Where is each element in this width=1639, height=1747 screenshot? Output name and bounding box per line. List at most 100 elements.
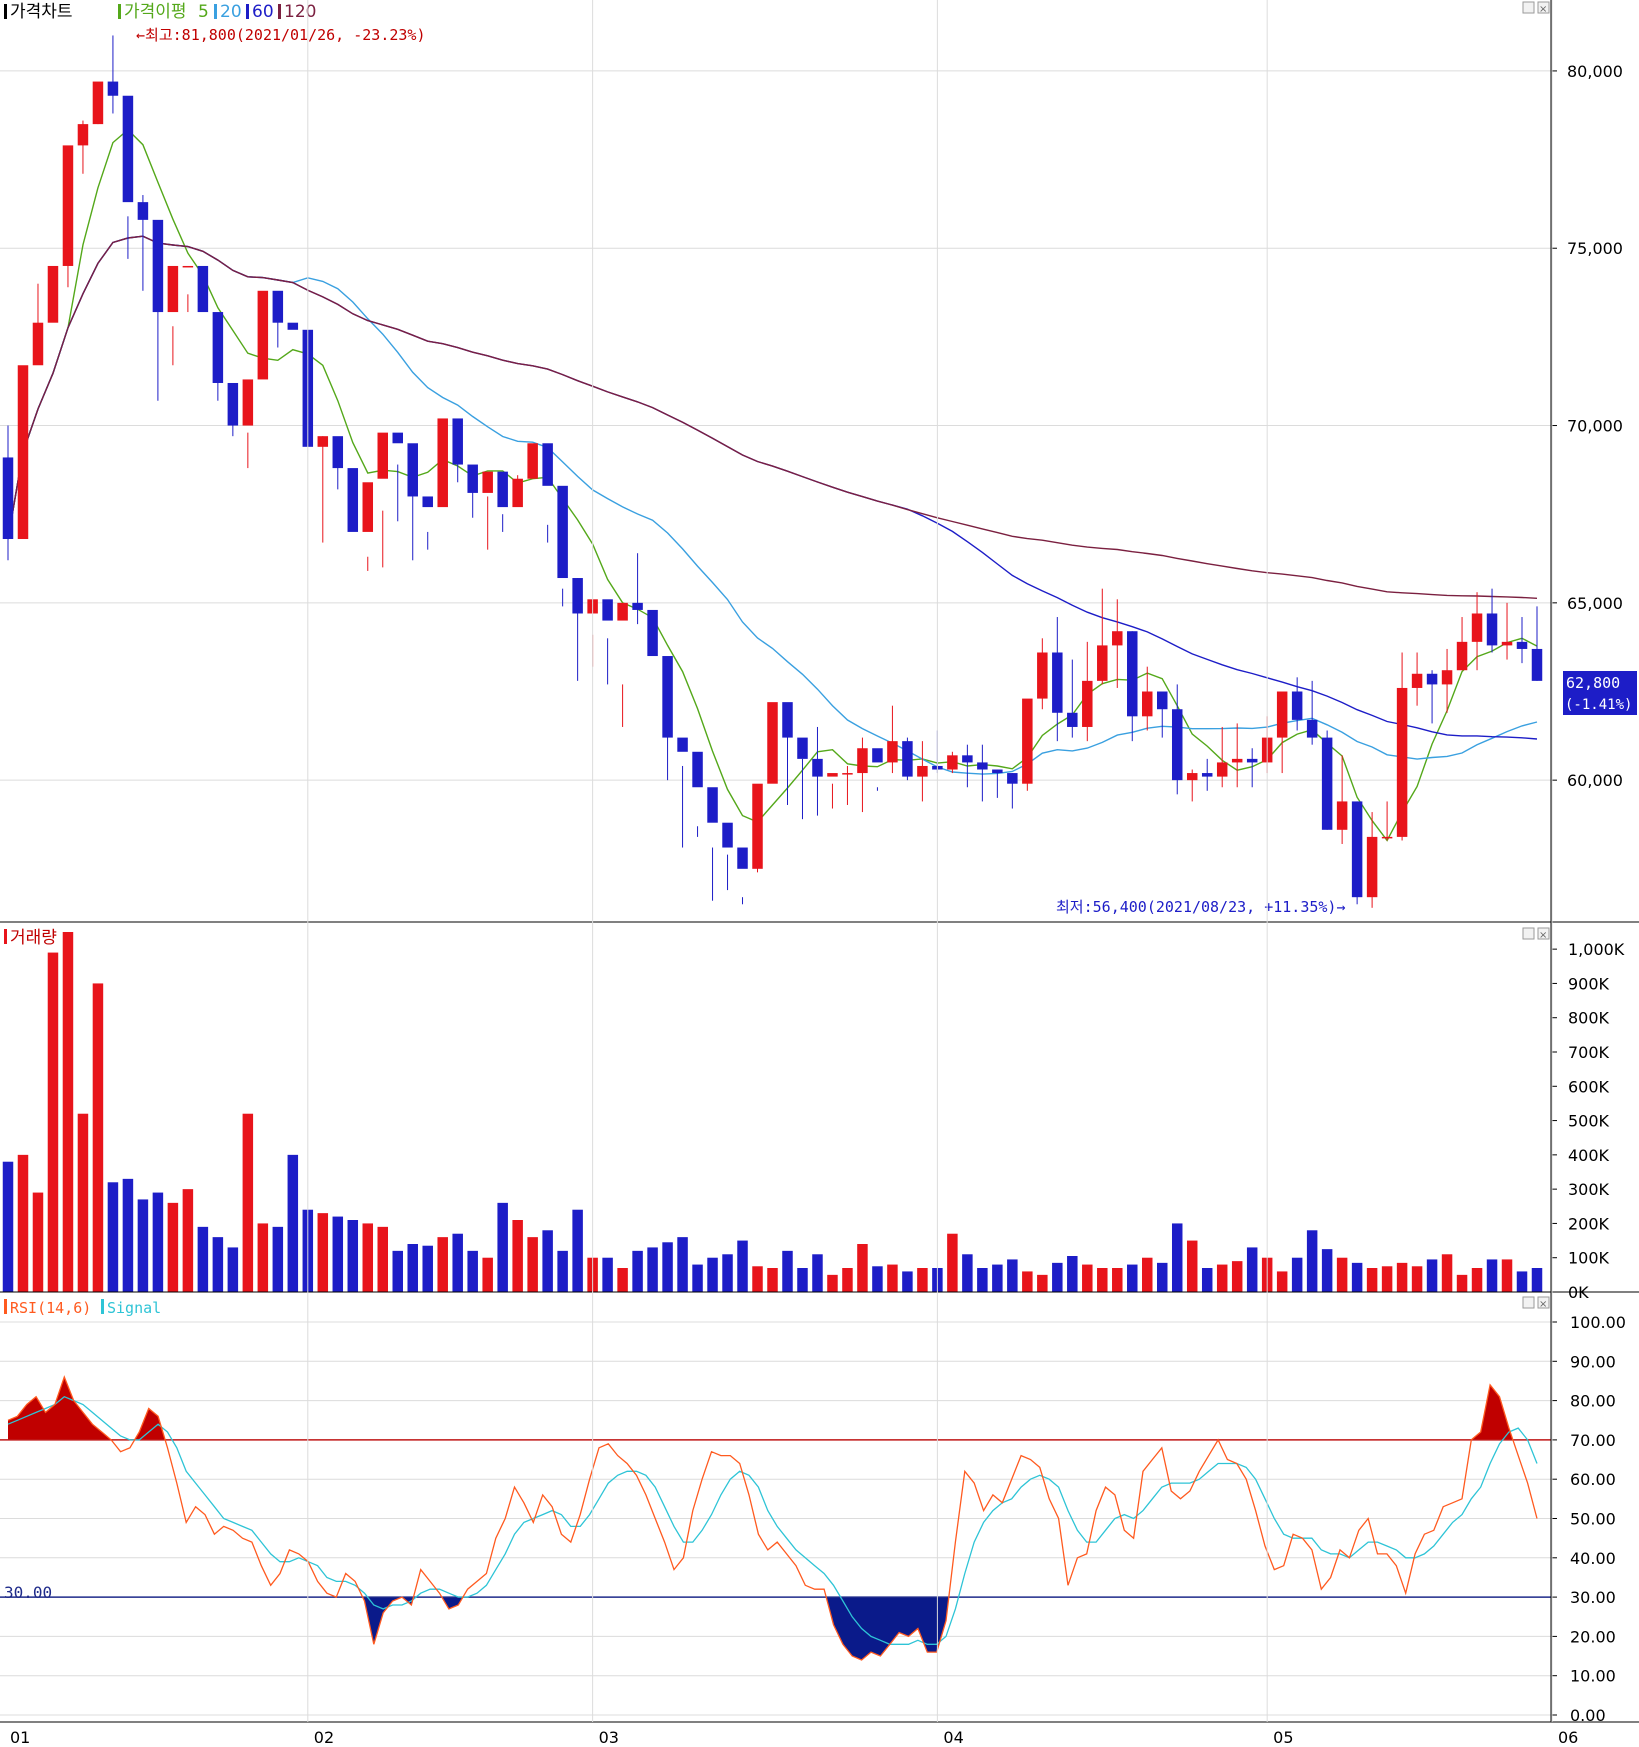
- rsi-tick-label: 10.00: [1570, 1667, 1616, 1686]
- candle-body: [1336, 801, 1348, 830]
- candle-body: [242, 379, 254, 426]
- candle-body: [1381, 836, 1393, 839]
- candle-body: [842, 773, 853, 775]
- candle-body: [1082, 680, 1093, 727]
- candle-body: [617, 602, 628, 621]
- volume-bar: [512, 1220, 523, 1292]
- volume-bar: [947, 1233, 958, 1292]
- volume-title: 거래량: [10, 928, 57, 948]
- volume-bar: [437, 1237, 448, 1292]
- candle-body: [77, 124, 89, 146]
- rsi-tick-label: 80.00: [1570, 1392, 1616, 1411]
- volume-bar: [1052, 1262, 1063, 1292]
- candle-body: [677, 737, 688, 752]
- volume-bar: [332, 1216, 344, 1292]
- volume-bar: [467, 1250, 478, 1292]
- rsi-tick-label: 100.00: [1570, 1313, 1626, 1332]
- candle-body: [227, 382, 239, 426]
- volume-bar: [167, 1202, 179, 1292]
- candle-body: [272, 290, 284, 323]
- price-tick-label: 70,000: [1567, 417, 1623, 436]
- candle-body: [1306, 719, 1318, 738]
- volume-bar: [557, 1250, 568, 1292]
- x-axis-labels: 010203040506070809: [10, 1728, 1578, 1747]
- volume-bar: [737, 1240, 748, 1292]
- volume-tick-label: 800K: [1568, 1009, 1610, 1028]
- volume-bar: [1007, 1259, 1018, 1292]
- candle-body: [1486, 613, 1498, 646]
- volume-tick-label: 600K: [1568, 1077, 1610, 1096]
- volume-bar: [32, 1192, 44, 1292]
- candle-body: [1231, 758, 1243, 763]
- volume-bar: [1112, 1268, 1123, 1292]
- candle-body: [1112, 631, 1123, 646]
- volume-bar: [347, 1220, 359, 1292]
- rsi-legend-label: RSI(14,6): [10, 1299, 91, 1317]
- rsi-signal-line: [7, 1395, 1538, 1645]
- volume-tick-label: 200K: [1568, 1214, 1610, 1233]
- candle-body: [1201, 773, 1213, 777]
- volume-bar: [572, 1209, 583, 1292]
- candle-body: [887, 741, 898, 763]
- low-annotation: 최저:56,400(2021/08/23, +11.35%)→: [1056, 898, 1346, 916]
- close-icon: ×: [1539, 1299, 1547, 1310]
- price-legend-label: 가격이평: [124, 2, 187, 22]
- volume-legend-marker: [4, 929, 7, 944]
- volume-bar: [542, 1230, 553, 1292]
- candle-body: [332, 436, 344, 469]
- candle-body: [662, 656, 673, 738]
- volume-bar: [887, 1264, 898, 1292]
- rsi-tick-label: 40.00: [1570, 1549, 1616, 1568]
- volume-bar: [377, 1226, 389, 1292]
- rsi-panel-minimize-button[interactable]: [1522, 1296, 1535, 1309]
- volume-panel-minimize-button[interactable]: [1522, 927, 1535, 940]
- candle-body: [407, 443, 418, 497]
- candle-body: [1426, 673, 1438, 685]
- rsi-tick-label: 60.00: [1570, 1470, 1616, 1489]
- volume-bar: [1156, 1262, 1168, 1292]
- volume-bar: [962, 1254, 973, 1292]
- x-axis-label: 03: [599, 1728, 619, 1747]
- volume-bar: [617, 1268, 628, 1292]
- volume-bar: [767, 1268, 778, 1292]
- candle-body: [722, 822, 733, 848]
- candle-body: [197, 265, 209, 313]
- volume-bar: [137, 1199, 149, 1292]
- candle-body: [317, 436, 329, 447]
- candle-body: [1216, 762, 1228, 777]
- candle-body: [572, 578, 583, 614]
- volume-bar: [17, 1154, 29, 1292]
- candle-body: [287, 322, 299, 330]
- rsi-legend-marker: [4, 1299, 7, 1314]
- candle-body: [1441, 670, 1453, 685]
- rsi-tick-label: 70.00: [1570, 1431, 1616, 1450]
- candle-body: [347, 468, 359, 532]
- rsi-legend-items: RSI(14,6) Signal: [4, 1299, 161, 1317]
- volume-bar: [917, 1268, 928, 1292]
- rsi-tick-label: 20.00: [1570, 1627, 1616, 1646]
- volume-bar: [812, 1254, 823, 1292]
- candle-body: [992, 769, 1003, 774]
- volume-bar: [92, 983, 104, 1292]
- volume-bar: [182, 1189, 194, 1292]
- volume-tick-label: 300K: [1568, 1180, 1610, 1199]
- candle-body: [977, 762, 988, 770]
- candle-body: [902, 741, 913, 777]
- candle-body: [632, 602, 643, 610]
- candle-body: [422, 496, 433, 508]
- candle-body: [872, 748, 883, 763]
- price-legend: 가격차트 가격이평 5 20 60 120: [4, 2, 316, 22]
- candle-body: [2, 457, 14, 540]
- volume-bar: [797, 1268, 808, 1292]
- price-legend-marker: [278, 4, 281, 19]
- volume-bar: [902, 1271, 913, 1292]
- price-tick-label: 80,000: [1567, 62, 1623, 81]
- candle-body: [497, 471, 508, 508]
- volume-bar: [977, 1268, 988, 1292]
- candle-body: [182, 265, 194, 268]
- price-legend-label: 20: [220, 2, 242, 22]
- close-icon: ×: [1539, 4, 1547, 15]
- price-panel-minimize-button[interactable]: [1522, 1, 1535, 14]
- candle-body: [797, 737, 808, 759]
- candle-body: [257, 290, 269, 380]
